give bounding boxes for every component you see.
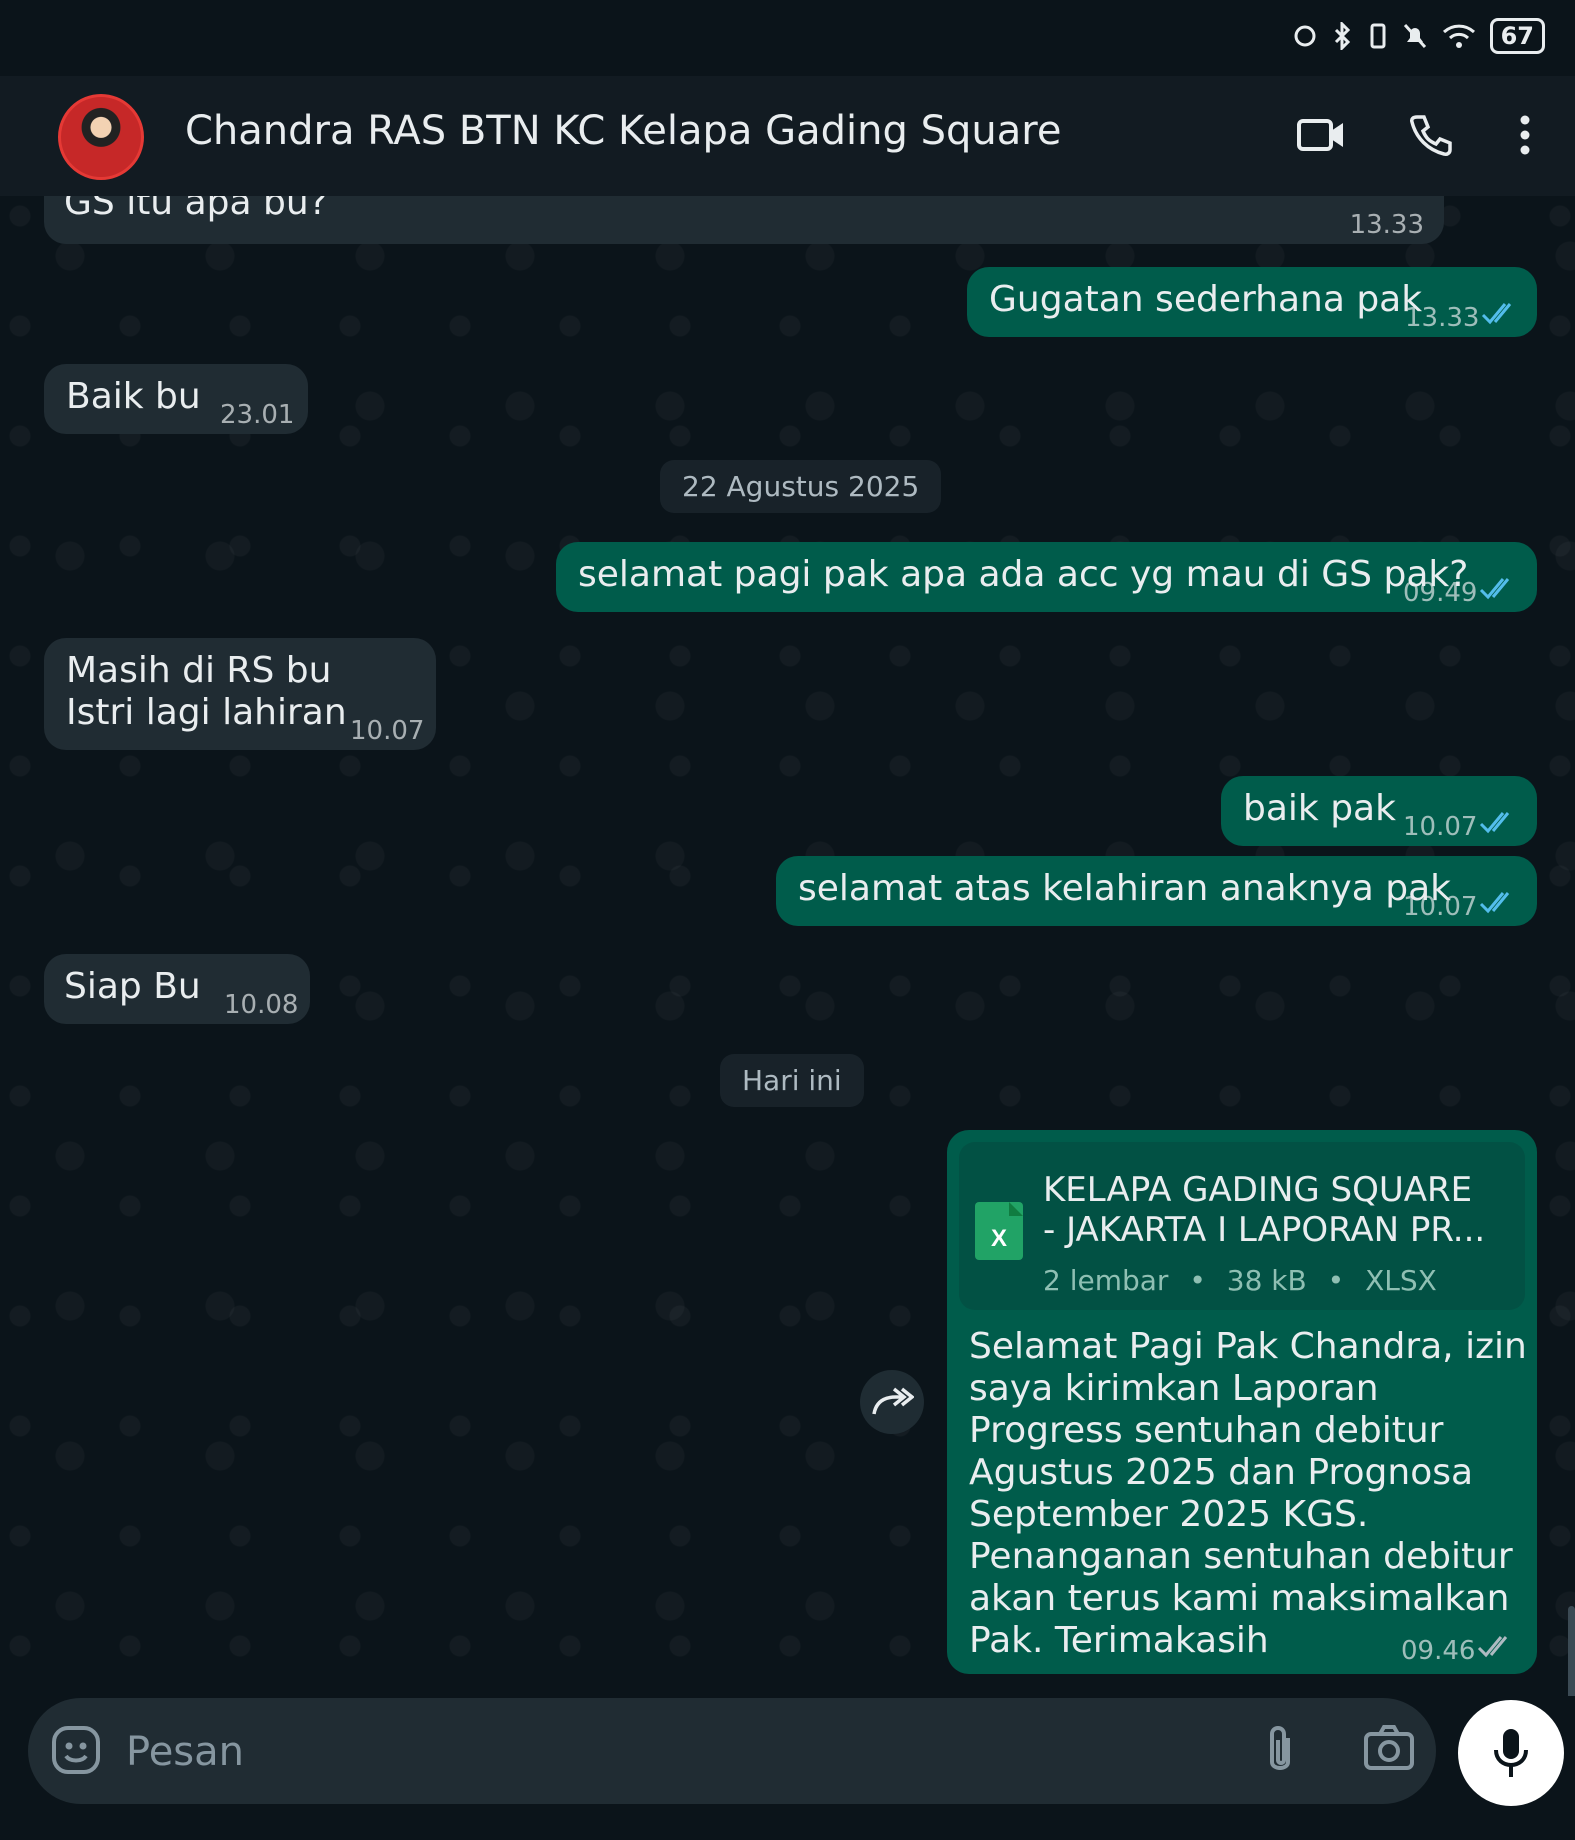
- more-options-icon: [1520, 115, 1530, 155]
- incoming-message[interactable]: Masih di RS bu Istri lagi lahiran 10.07: [44, 638, 436, 750]
- message-text: Baik bu: [66, 376, 201, 417]
- incoming-message[interactable]: Siap Bu 10.08: [44, 954, 310, 1024]
- message-text: GS itu apa bu?: [64, 196, 328, 223]
- message-time: 10.07: [1403, 892, 1478, 922]
- date-separator: 22 Agustus 2025: [660, 460, 942, 513]
- document-size: 38 kB: [1226, 1264, 1307, 1297]
- document-name: KELAPA GADING SQUARE - JAKARTA I LAPORAN…: [1043, 1170, 1503, 1250]
- contact-name[interactable]: Chandra RAS BTN KC Kelapa Gading Square: [185, 108, 1061, 154]
- delivered-ticks-icon: [1477, 1636, 1508, 1658]
- svg-text:X: X: [991, 1225, 1007, 1252]
- video-call-icon: [1297, 119, 1343, 151]
- date-separator: Hari ini: [720, 1054, 864, 1107]
- read-ticks-icon: [1479, 578, 1510, 600]
- incoming-message[interactable]: Baik bu 23.01: [44, 364, 308, 434]
- chat-header: Chandra RAS BTN KC Kelapa Gading Square: [0, 76, 1575, 196]
- camera-button[interactable]: [1362, 1722, 1416, 1778]
- message-time: 10.07: [1403, 812, 1478, 842]
- outgoing-message[interactable]: selamat pagi pak apa ada acc yg mau di G…: [556, 542, 1537, 612]
- message-text-line-2: Istri lagi lahiran: [66, 692, 347, 733]
- xlsx-file-icon: X: [975, 1202, 1023, 1260]
- message-composer: [28, 1698, 1436, 1804]
- message-text: selamat pagi pak apa ada acc yg mau di G…: [578, 554, 1469, 595]
- status-bar: 67: [0, 0, 1575, 76]
- contact-avatar[interactable]: [58, 94, 144, 180]
- attach-button[interactable]: [1260, 1722, 1300, 1782]
- message-time: 13.33: [1349, 210, 1424, 240]
- battery-indicator: 67: [1489, 18, 1545, 54]
- message-time: 10.08: [224, 990, 299, 1020]
- message-time: 09.46: [1401, 1636, 1476, 1666]
- bluetooth-icon: [1334, 22, 1350, 50]
- attach-icon: [1270, 1726, 1290, 1770]
- message-time: 23.01: [220, 400, 295, 430]
- document-attachment[interactable]: X KELAPA GADING SQUARE - JAKARTA I LAPOR…: [959, 1142, 1525, 1310]
- outgoing-message[interactable]: Gugatan sederhana pak 13.33: [967, 267, 1537, 337]
- message-text: baik pak: [1243, 788, 1396, 829]
- document-pages: 2 lembar: [1043, 1264, 1169, 1297]
- read-ticks-icon: [1481, 303, 1512, 325]
- voice-call-icon: [1410, 115, 1452, 156]
- outgoing-document-message[interactable]: X KELAPA GADING SQUARE - JAKARTA I LAPOR…: [947, 1130, 1537, 1674]
- voice-call-button[interactable]: [1396, 100, 1466, 170]
- document-type: XLSX: [1365, 1264, 1437, 1297]
- message-time: 10.07: [350, 716, 425, 746]
- wifi-icon: [1442, 24, 1475, 48]
- vibrate-icon: [1370, 23, 1386, 49]
- read-ticks-icon: [1479, 892, 1510, 914]
- message-input[interactable]: [124, 1716, 1128, 1788]
- voice-message-button[interactable]: [1458, 1700, 1564, 1806]
- incoming-message[interactable]: GS itu apa bu? 13.33: [44, 196, 1444, 244]
- message-time: 09.49: [1403, 578, 1478, 608]
- video-call-button[interactable]: [1286, 100, 1356, 170]
- nfc-icon: [1294, 25, 1316, 47]
- chat-scrollbar[interactable]: [1568, 1606, 1575, 1696]
- chat-area[interactable]: GS itu apa bu? 13.33 Gugatan sederhana p…: [0, 196, 1575, 1696]
- message-text-line-1: Masih di RS bu: [66, 650, 332, 691]
- status-icons: 67: [1292, 18, 1545, 54]
- message-text: selamat atas kelahiran anaknya pak: [798, 868, 1451, 909]
- read-ticks-icon: [1479, 812, 1510, 834]
- forward-button[interactable]: [860, 1370, 924, 1434]
- message-text: Selamat Pagi Pak Chandra, izin saya kiri…: [969, 1326, 1527, 1661]
- document-name-line-2: - JAKARTA I LAPORAN PR...: [1043, 1210, 1486, 1250]
- message-time: 13.33: [1405, 303, 1480, 333]
- outgoing-message[interactable]: baik pak 10.07: [1221, 776, 1537, 846]
- outgoing-message[interactable]: selamat atas kelahiran anaknya pak 10.07: [776, 856, 1537, 926]
- document-name-line-1: KELAPA GADING SQUARE: [1043, 1170, 1473, 1210]
- emoji-icon: [52, 1726, 100, 1774]
- document-meta: 2 lembar • 38 kB • XLSX: [1043, 1264, 1437, 1297]
- mute-icon: [1403, 23, 1426, 49]
- emoji-button[interactable]: [50, 1724, 102, 1780]
- message-text: Gugatan sederhana pak: [989, 279, 1423, 320]
- message-text: Siap Bu: [64, 966, 201, 1007]
- camera-icon: [1364, 1725, 1414, 1770]
- forward-icon: [872, 1387, 914, 1415]
- mic-icon: [1494, 1729, 1528, 1777]
- more-options-button[interactable]: [1490, 100, 1560, 170]
